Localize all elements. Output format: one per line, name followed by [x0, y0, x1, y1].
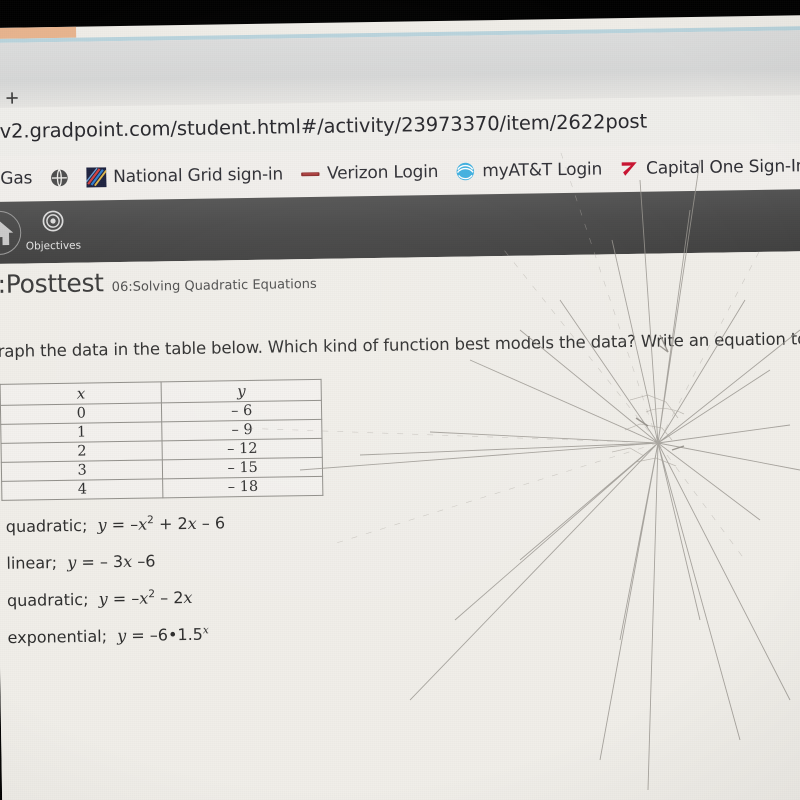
globe-icon [50, 169, 68, 187]
data-table: x y 0 – 6 1 – 9 2 – 12 3 – 15 4 – 18 [0, 378, 324, 501]
home-icon [0, 220, 14, 246]
bookmark-myatt[interactable]: myAT&T Login [455, 159, 602, 181]
answer-option-b[interactable]: linear; y = – 3x –6 [0, 541, 226, 582]
answer-option-text: linear; y = – 3x –6 [6, 551, 155, 572]
activity-content: 6:Posttest 06:Solving Quadratic Equation… [0, 251, 800, 800]
cell-y: – 6 [161, 400, 322, 422]
answer-option-c[interactable]: quadratic; y = –x2 – 2x [0, 578, 227, 619]
cell-y: – 9 [162, 419, 322, 441]
answer-option-text: quadratic; y = –x2 + 2x – 6 [6, 513, 226, 536]
bookmark-label: Verizon Login [326, 161, 439, 184]
answer-option-prefix: linear; [6, 553, 58, 573]
answer-option-equation: y = –x2 – 2x [98, 588, 193, 609]
national-grid-icon [86, 167, 107, 188]
cell-y: – 12 [162, 438, 323, 460]
bookmark-label: National Grid sign-in [112, 164, 284, 188]
nav-item-label: Objectives [25, 239, 82, 253]
address-bar-url[interactable]: v2.gradpoint.com/student.html#/activity/… [0, 110, 647, 143]
cell-y: – 18 [163, 476, 323, 498]
bookmark-capital-one[interactable]: Capital One Sign-In [619, 156, 800, 179]
photo-of-laptop-screen: + v2.gradpoint.com/student.html#/activit… [0, 0, 800, 800]
cell-x: 0 [0, 402, 163, 425]
answer-option-equation: y = –x2 + 2x – 6 [97, 513, 226, 535]
bookmark-ia-gas[interactable]: ia Gas [0, 168, 32, 189]
browser-window: + v2.gradpoint.com/student.html#/activit… [0, 15, 800, 800]
nav-item-objectives[interactable]: Objectives [25, 209, 82, 253]
page-title-main: 6:Posttest [0, 268, 104, 300]
answer-options: quadratic; y = –x2 + 2x – 6 linear; y = … [0, 504, 227, 656]
table-header-y: y [161, 379, 322, 403]
page-title: 6:Posttest 06:Solving Quadratic Equation… [0, 265, 317, 299]
bookmark-label: myAT&T Login [482, 159, 603, 182]
cell-y: – 15 [162, 457, 323, 479]
answer-option-equation: y = –6•1.5x [117, 624, 209, 646]
bookmark-verizon[interactable]: Verizon Login [300, 161, 439, 184]
cell-x: 3 [1, 459, 164, 482]
table-row: 4 – 18 [1, 476, 323, 501]
answer-option-text: exponential; y = –6•1.5x [7, 624, 209, 646]
table-header-x: x [0, 381, 162, 406]
answer-option-a[interactable]: quadratic; y = –x2 + 2x – 6 [0, 504, 226, 545]
answer-option-prefix: exponential; [7, 626, 108, 647]
answer-option-prefix: quadratic; [6, 589, 89, 610]
bookmark-national-grid[interactable]: National Grid sign-in [86, 164, 284, 188]
cell-x: 1 [0, 421, 163, 444]
bookmark-label: ia Gas [0, 168, 33, 189]
verizon-icon [300, 172, 320, 177]
home-button[interactable] [0, 210, 22, 256]
bookmark-globe-left[interactable] [49, 168, 69, 188]
cell-x: 4 [1, 478, 164, 501]
answer-option-d[interactable]: exponential; y = –6•1.5x [0, 615, 227, 656]
answer-option-text: quadratic; y = –x2 – 2x [7, 588, 193, 610]
capital-one-icon [621, 162, 637, 176]
page-title-subtitle: 06:Solving Quadratic Equations [111, 276, 317, 296]
answer-option-prefix: quadratic; [5, 515, 88, 536]
table-body: 0 – 6 1 – 9 2 – 12 3 – 15 4 – 18 [0, 400, 323, 501]
att-icon [456, 162, 475, 181]
target-icon [42, 210, 64, 232]
question-prompt: Graph the data in the table below. Which… [0, 327, 800, 362]
cell-x: 2 [1, 440, 163, 463]
bookmark-label: Capital One Sign-In [645, 156, 800, 179]
answer-option-equation: y = – 3x –6 [67, 551, 156, 572]
